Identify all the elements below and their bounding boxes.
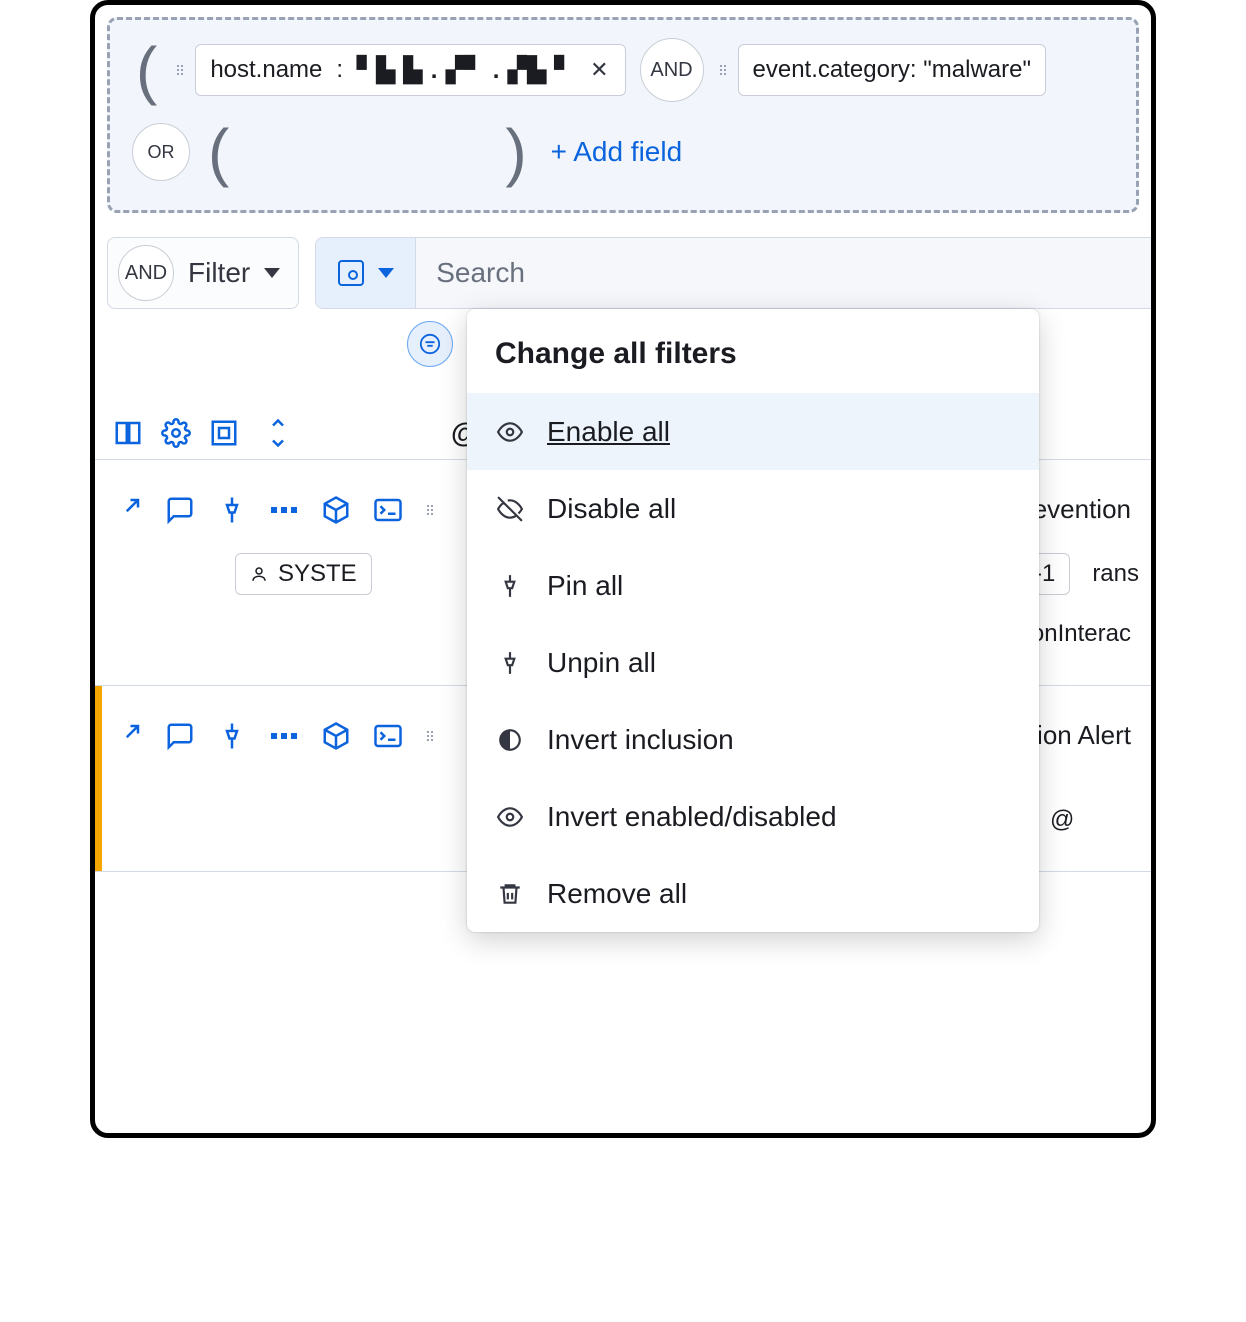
operator-or[interactable]: OR bbox=[132, 123, 190, 181]
expand-icon[interactable] bbox=[113, 721, 143, 751]
menu-item-remove-all[interactable]: Remove all bbox=[467, 855, 1039, 932]
menu-item-invert-enabled-disabled[interactable]: Invert enabled/disabled bbox=[467, 778, 1039, 855]
eye-icon bbox=[495, 802, 525, 832]
comment-icon[interactable] bbox=[165, 495, 195, 525]
comment-icon[interactable] bbox=[165, 721, 195, 751]
search-input[interactable]: Search bbox=[416, 238, 1151, 308]
row-accent-bar bbox=[95, 686, 102, 871]
menu-item-unpin-all[interactable]: Unpin all bbox=[467, 624, 1039, 701]
open-paren-icon: ( bbox=[204, 120, 233, 184]
query-group-2: OR ( ) + Add field bbox=[132, 120, 1114, 184]
query-builder: ( host.name : ▘▙ ▙ . ▞▘ . ▞▙ ▘ ✕ AND eve… bbox=[107, 17, 1139, 213]
chevron-down-icon bbox=[378, 268, 394, 278]
user-tag[interactable]: SYSTE bbox=[235, 553, 372, 595]
menu-item-enable-all[interactable]: Enable all bbox=[467, 393, 1039, 470]
drag-handle-icon[interactable] bbox=[718, 65, 728, 75]
search-toolbar: AND Filter Search bbox=[107, 237, 1151, 309]
columns-icon[interactable] bbox=[113, 418, 143, 448]
terminal-icon[interactable] bbox=[373, 495, 403, 525]
filter-pill-eventcategory[interactable]: event.category: "malware" bbox=[738, 44, 1047, 96]
popover-title: Change all filters bbox=[467, 309, 1039, 393]
at-symbol: @ bbox=[1044, 806, 1080, 834]
gear-icon[interactable] bbox=[161, 418, 191, 448]
filter-dropdown[interactable]: AND Filter bbox=[107, 237, 299, 309]
menu-item-disable-all[interactable]: Disable all bbox=[467, 470, 1039, 547]
chevron-down-icon bbox=[264, 268, 280, 278]
menu-item-label: Unpin all bbox=[547, 647, 656, 679]
pin-icon bbox=[495, 571, 525, 601]
operator-and: AND bbox=[118, 245, 174, 301]
more-icon[interactable] bbox=[269, 495, 299, 525]
query-group-1: ( host.name : ▘▙ ▙ . ▞▘ . ▞▙ ▘ ✕ AND eve… bbox=[132, 38, 1114, 102]
trash-icon bbox=[495, 879, 525, 909]
menu-item-label: Invert enabled/disabled bbox=[547, 801, 837, 833]
menu-item-label: Remove all bbox=[547, 878, 687, 910]
filter-label: Filter bbox=[188, 257, 250, 289]
pill-value-redacted: ▘▙ ▙ . ▞▘ . ▞▙ ▘ bbox=[357, 56, 574, 85]
pill-full: event.category: "malware" bbox=[753, 56, 1032, 84]
pin-icon bbox=[495, 648, 525, 678]
menu-item-label: Enable all bbox=[547, 416, 670, 448]
expand-icon[interactable] bbox=[113, 495, 143, 525]
pill-field: host.name bbox=[210, 56, 322, 84]
search-bar: Search bbox=[315, 237, 1151, 309]
cube-icon[interactable] bbox=[321, 495, 351, 525]
menu-item-label: Invert inclusion bbox=[547, 724, 734, 756]
close-icon[interactable]: ✕ bbox=[588, 57, 610, 83]
sort-icon[interactable] bbox=[263, 418, 293, 448]
menu-item-label: Pin all bbox=[547, 570, 623, 602]
save-query-button[interactable] bbox=[316, 238, 416, 308]
eye-icon bbox=[495, 417, 525, 447]
add-field-button[interactable]: + Add field bbox=[545, 136, 683, 168]
drag-handle-icon[interactable] bbox=[175, 65, 185, 75]
open-paren-icon: ( bbox=[132, 38, 161, 102]
more-icon[interactable] bbox=[269, 721, 299, 751]
cube-icon[interactable] bbox=[321, 721, 351, 751]
drag-handle-icon[interactable] bbox=[425, 731, 435, 741]
change-filters-popover: Change all filters Enable all Disable all… bbox=[467, 309, 1039, 932]
pin-icon[interactable] bbox=[217, 495, 247, 525]
menu-item-label: Disable all bbox=[547, 493, 676, 525]
terminal-icon[interactable] bbox=[373, 721, 403, 751]
save-icon bbox=[338, 260, 364, 286]
drag-handle-icon[interactable] bbox=[425, 505, 435, 515]
fullscreen-icon[interactable] bbox=[209, 418, 239, 448]
half-circle-icon bbox=[495, 725, 525, 755]
close-paren-icon: ) bbox=[501, 120, 530, 184]
menu-item-invert-inclusion[interactable]: Invert inclusion bbox=[467, 701, 1039, 778]
filter-options-button[interactable] bbox=[407, 321, 453, 367]
pin-icon[interactable] bbox=[217, 721, 247, 751]
filter-pill-hostname[interactable]: host.name : ▘▙ ▙ . ▞▘ . ▞▙ ▘ ✕ bbox=[195, 44, 625, 96]
eye-off-icon bbox=[495, 494, 525, 524]
menu-item-pin-all[interactable]: Pin all bbox=[467, 547, 1039, 624]
operator-and[interactable]: AND bbox=[640, 38, 704, 102]
text-fragment: rans bbox=[1086, 560, 1145, 588]
